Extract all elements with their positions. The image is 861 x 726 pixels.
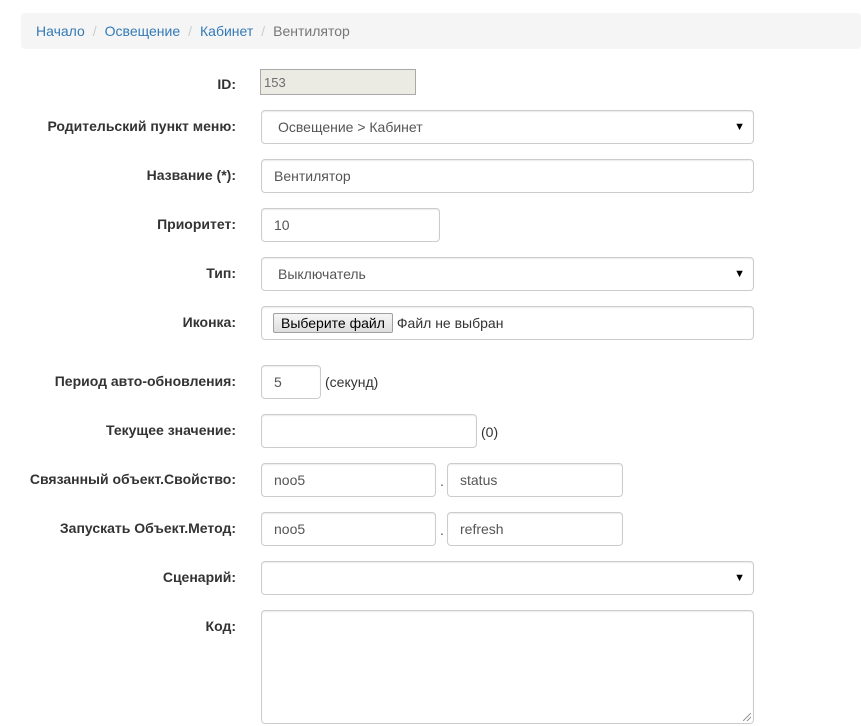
refresh-value: 5 [274, 374, 282, 390]
run-method-input[interactable]: refresh [447, 512, 623, 546]
breadcrumb-current: Вентилятор [273, 23, 350, 39]
run-label: Запускать Объект.Метод: [59, 520, 236, 536]
breadcrumb-home[interactable]: Начало [36, 23, 85, 39]
current-input[interactable] [261, 414, 477, 448]
dropdown-caret-icon: ▼ [734, 121, 745, 133]
run-object-input[interactable]: noo5 [261, 512, 436, 546]
linked-property-value: status [460, 472, 498, 488]
linked-object-input[interactable]: noo5 [261, 463, 436, 497]
parent-value: Освещение > Кабинет [278, 119, 423, 135]
id-label: ID: [217, 76, 236, 92]
script-select[interactable]: ▼ [261, 561, 754, 595]
priority-label: Приоритет: [157, 216, 236, 232]
title-input[interactable]: Вентилятор [261, 159, 754, 193]
code-label: Код: [205, 618, 236, 634]
breadcrumb-office[interactable]: Кабинет [200, 23, 253, 39]
id-value: 153 [264, 74, 286, 90]
run-method-value: refresh [460, 521, 504, 537]
dropdown-caret-icon: ▼ [734, 268, 745, 280]
type-value: Выключатель [278, 266, 366, 282]
icon-label: Иконка: [182, 314, 236, 330]
breadcrumb-lighting[interactable]: Освещение [105, 23, 180, 39]
choose-file-button[interactable]: Выберите файл [273, 313, 393, 333]
breadcrumb-separator: / [261, 23, 266, 39]
priority-input[interactable]: 10 [261, 208, 440, 242]
icon-file-input: Выберите файл Файл не выбран [261, 306, 754, 340]
title-value: Вентилятор [274, 168, 351, 184]
dropdown-caret-icon: ▼ [734, 572, 745, 584]
script-label: Сценарий: [162, 569, 236, 585]
type-select[interactable]: Выключатель ▼ [261, 257, 754, 291]
priority-value: 10 [274, 217, 290, 233]
breadcrumb: Начало / Освещение / Кабинет / Вентилято… [21, 13, 861, 49]
type-label: Тип: [206, 265, 236, 281]
linked-property-input[interactable]: status [447, 463, 623, 497]
breadcrumb-separator: / [188, 23, 193, 39]
run-object-value: noo5 [274, 521, 306, 537]
current-label: Текущее значение: [106, 422, 236, 438]
breadcrumb-separator: / [92, 23, 97, 39]
resize-handle-icon[interactable] [743, 713, 751, 721]
linked-object-value: noo5 [274, 472, 306, 488]
id-field: 153 [260, 69, 416, 95]
refresh-input[interactable]: 5 [261, 365, 321, 399]
refresh-label: Период авто-обновления: [54, 373, 236, 389]
linked-dot: . [440, 473, 444, 489]
file-status: Файл не выбран [396, 315, 504, 331]
linked-label: Связанный объект.Свойство: [29, 471, 236, 487]
title-label: Название (*): [146, 167, 236, 183]
refresh-suffix: (секунд) [325, 374, 379, 390]
parent-label: Родительский пункт меню: [47, 118, 236, 134]
code-textarea[interactable] [261, 610, 754, 724]
current-suffix: (0) [481, 424, 499, 440]
run-dot: . [440, 522, 444, 538]
parent-select[interactable]: Освещение > Кабинет ▼ [261, 110, 754, 144]
